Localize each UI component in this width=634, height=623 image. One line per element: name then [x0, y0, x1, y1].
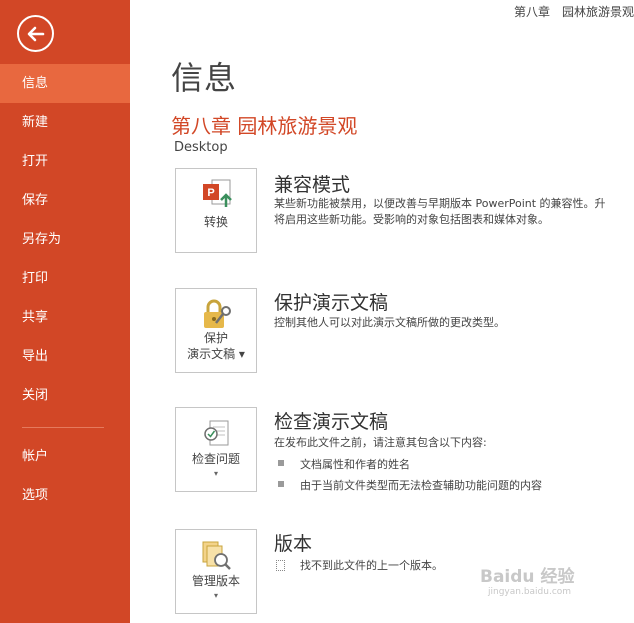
compatibility-title: 兼容模式 — [274, 174, 351, 196]
inspect-document-icon — [204, 420, 229, 446]
arrow-left-icon — [27, 26, 45, 42]
inspect-title: 检查演示文稿 — [274, 411, 389, 433]
convert-label: 转换 — [203, 215, 228, 229]
watermark-text: Baidu 经验 — [480, 567, 575, 587]
chevron-down-icon: ▾ — [213, 591, 218, 600]
compatibility-text-2: 将启用这些新功能。受影响的对象包括图表和媒体对象。 — [274, 213, 549, 226]
nav-item-new[interactable]: 新建 — [0, 103, 130, 142]
inspect-bullet-2: 由于当前文件类型而无法检查辅助功能问题的内容 — [300, 479, 542, 492]
document-location: Desktop — [174, 140, 228, 155]
inspect-text: 在发布此文件之前，请注意其包含以下内容: — [274, 436, 487, 449]
nav-item-save-as[interactable]: 另存为 — [0, 220, 130, 259]
watermark: Baidu 经验 jingyan.baidu.com — [480, 562, 630, 622]
protect-label-2: 演示文稿 ▾ — [187, 347, 245, 361]
versions-text: 找不到此文件的上一个版本。 — [300, 559, 443, 572]
watermark-url: jingyan.baidu.com — [488, 587, 572, 597]
nav-divider — [22, 427, 104, 428]
nav-item-close[interactable]: 关闭 — [0, 376, 130, 415]
back-button[interactable] — [17, 15, 54, 52]
nav-item-info[interactable]: 信息 — [0, 64, 130, 103]
compatibility-text-1: 某些新功能被禁用，以便改善与早期版本 PowerPoint 的兼容性。升 — [274, 197, 606, 210]
nav-item-export[interactable]: 导出 — [0, 337, 130, 376]
protect-title: 保护演示文稿 — [274, 292, 389, 314]
inspect-bullet-1: 文档属性和作者的姓名 — [300, 458, 410, 471]
convert-button[interactable]: P 转换 — [175, 168, 257, 253]
nav-item-print[interactable]: 打印 — [0, 259, 130, 298]
protect-label-1: 保护 — [203, 331, 228, 345]
convert-icon: P — [203, 179, 232, 207]
versions-icon — [202, 541, 231, 570]
nav-item-account[interactable]: 帐户 — [0, 437, 130, 476]
protect-text: 控制其他人可以对此演示文稿所做的更改类型。 — [274, 316, 505, 329]
manage-versions-label: 管理版本 — [191, 574, 240, 588]
check-issues-button[interactable]: 检查问题 ▾ — [175, 407, 257, 492]
manage-versions-button[interactable]: 管理版本 ▾ — [175, 529, 257, 614]
nav-item-open[interactable]: 打开 — [0, 142, 130, 181]
svg-text:P: P — [207, 187, 214, 199]
nav-item-options[interactable]: 选项 — [0, 476, 130, 515]
page-title: 信息 — [171, 59, 238, 97]
protect-presentation-button[interactable]: 保护 演示文稿 ▾ — [175, 288, 257, 373]
versions-title: 版本 — [274, 533, 313, 555]
bullet-icon — [278, 481, 284, 487]
document-icon — [276, 560, 285, 571]
backstage-sidebar: 信息 新建 打开 保存 另存为 打印 共享 导出 关闭 帐户 选项 — [0, 0, 130, 623]
window-title: 第八章 园林旅游景观 — [513, 5, 634, 19]
lock-key-icon — [204, 299, 231, 328]
bullet-icon — [278, 460, 284, 466]
nav-item-share[interactable]: 共享 — [0, 298, 130, 337]
check-issues-label: 检查问题 — [191, 452, 240, 466]
chevron-down-icon: ▾ — [213, 469, 218, 478]
document-name: 第八章 园林旅游景观 — [171, 114, 358, 138]
nav-item-save[interactable]: 保存 — [0, 181, 130, 220]
